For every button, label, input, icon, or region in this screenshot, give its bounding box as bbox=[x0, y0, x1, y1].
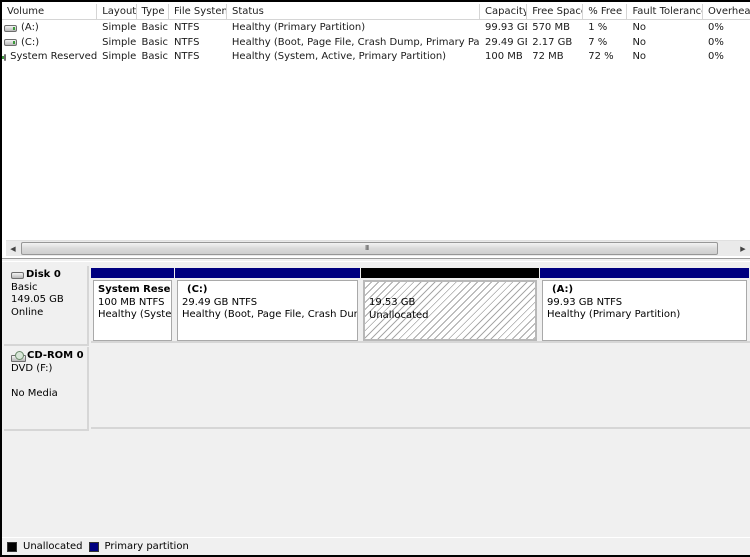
column-header-volume[interactable]: Volume bbox=[2, 4, 98, 20]
partition-status: Unallocated bbox=[369, 309, 429, 321]
partition-system-reserved[interactable]: System Reserv 100 MB NTFS Healthy (Syste… bbox=[91, 268, 174, 343]
disk-type: Basic bbox=[11, 281, 38, 293]
volume-percent-free: 1 % bbox=[588, 22, 608, 33]
column-header-capacity[interactable]: Capacity bbox=[480, 4, 528, 20]
unallocated-swatch-icon bbox=[7, 541, 17, 552]
volume-list-header: Volume Layout Type File System Status Ca… bbox=[2, 4, 750, 20]
volume-overhead: 0% bbox=[708, 22, 724, 33]
legend: Unallocated Primary partition bbox=[2, 537, 750, 555]
primary-partition-bar bbox=[175, 268, 360, 278]
volume-name: (C:) bbox=[21, 36, 40, 48]
disk-label[interactable]: CD-ROM 0 DVD (F:) No Media bbox=[4, 347, 89, 431]
partition-name: (C:) bbox=[187, 284, 208, 295]
disk-row-cdrom-0: CD-ROM 0 DVD (F:) No Media bbox=[2, 347, 750, 431]
partition-status: Healthy (System bbox=[98, 309, 172, 320]
drive-icon bbox=[4, 24, 17, 32]
primary-partition-bar bbox=[91, 268, 174, 278]
legend-item-unallocated: Unallocated bbox=[7, 541, 83, 552]
partition-size: 19.53 GB bbox=[369, 297, 416, 308]
volume-file-system: NTFS bbox=[173, 51, 200, 62]
column-header-fault-tolerance[interactable]: Fault Tolerance bbox=[627, 4, 704, 20]
disk-size bbox=[11, 375, 87, 388]
volume-name: (A:) bbox=[21, 22, 39, 34]
volume-row-c[interactable]: (C:) Simple Basic NTFS Healthy (Boot, Pa… bbox=[2, 36, 750, 51]
volume-row-a[interactable]: (A:) Simple Basic NTFS Healthy (Primary … bbox=[2, 21, 750, 36]
partition-size: 100 MB NTFS bbox=[98, 296, 165, 308]
volume-layout: Simple bbox=[102, 36, 137, 48]
column-header-overhead[interactable]: Overhead bbox=[703, 4, 750, 20]
volume-name: System Reserved bbox=[10, 51, 98, 63]
disk-name: Disk 0 bbox=[26, 269, 61, 280]
column-header-percent-free[interactable]: % Free bbox=[583, 4, 628, 20]
volume-type: Basic bbox=[141, 22, 168, 33]
partition-name bbox=[369, 285, 535, 297]
cdrom-media-area[interactable] bbox=[91, 347, 750, 429]
partition-unallocated[interactable]: 19.53 GB Unallocated bbox=[361, 268, 539, 343]
column-header-free-space[interactable]: Free Space bbox=[527, 4, 584, 20]
disk-status: Online bbox=[11, 306, 44, 318]
volume-row-system-reserved[interactable]: System Reserved Simple Basic NTFS Health… bbox=[2, 50, 750, 65]
volume-status: Healthy (System, Active, Primary Partiti… bbox=[231, 51, 447, 62]
column-header-layout[interactable]: Layout bbox=[97, 4, 137, 20]
disk-label[interactable]: Disk 0 Basic 149.05 GB Online bbox=[4, 266, 89, 346]
legend-label: Unallocated bbox=[23, 541, 83, 552]
volume-capacity: 29.49 GB bbox=[485, 36, 528, 48]
volume-file-system: NTFS bbox=[173, 36, 200, 48]
legend-label: Primary partition bbox=[104, 541, 189, 552]
legend-item-primary-partition: Primary partition bbox=[88, 541, 189, 552]
disk-status: No Media bbox=[11, 387, 58, 399]
primary-partition-swatch-icon bbox=[88, 541, 99, 552]
volume-layout: Simple bbox=[102, 22, 137, 33]
pane-splitter[interactable] bbox=[2, 258, 750, 262]
partition-size: 99.93 GB NTFS bbox=[547, 296, 623, 308]
disk-map: Disk 0 Basic 149.05 GB Online System Res… bbox=[2, 263, 750, 535]
grip-icon: III bbox=[365, 244, 369, 252]
scroll-left-arrow-icon[interactable]: ◀ bbox=[6, 241, 20, 257]
column-header-type[interactable]: Type bbox=[137, 4, 170, 20]
volume-type: Basic bbox=[141, 51, 168, 62]
volume-overhead: 0% bbox=[708, 51, 724, 62]
volume-free-space: 570 MB bbox=[532, 22, 570, 33]
partition-size: 29.49 GB NTFS bbox=[182, 296, 258, 308]
column-header-file-system[interactable]: File System bbox=[169, 4, 227, 20]
partition-c[interactable]: (C:) 29.49 GB NTFS Healthy (Boot, Page F… bbox=[175, 268, 360, 343]
volume-percent-free: 7 % bbox=[588, 36, 608, 48]
volume-free-space: 2.17 GB bbox=[532, 36, 573, 48]
unallocated-bar bbox=[361, 268, 539, 278]
partition-name: (A:) bbox=[552, 284, 574, 295]
drive-icon bbox=[2, 53, 7, 61]
hard-disk-icon bbox=[11, 271, 24, 279]
disk-type: DVD (F:) bbox=[11, 362, 53, 374]
drive-icon bbox=[4, 39, 17, 47]
volume-capacity: 100 MB bbox=[485, 51, 523, 62]
volume-type: Basic bbox=[141, 36, 168, 48]
volume-status: Healthy (Primary Partition) bbox=[231, 22, 366, 33]
volume-capacity: 99.93 GB bbox=[485, 22, 528, 33]
scroll-right-arrow-icon[interactable]: ▶ bbox=[736, 241, 750, 257]
volume-layout: Simple bbox=[102, 51, 137, 62]
primary-partition-bar bbox=[540, 268, 749, 278]
column-header-status[interactable]: Status bbox=[227, 4, 481, 20]
partition-a[interactable]: (A:) 99.93 GB NTFS Healthy (Primary Part… bbox=[540, 268, 749, 343]
disk-name: CD-ROM 0 bbox=[27, 350, 84, 361]
volume-percent-free: 72 % bbox=[588, 51, 614, 62]
volume-list: Volume Layout Type File System Status Ca… bbox=[2, 2, 750, 258]
horizontal-scrollbar[interactable]: ◀ III ▶ bbox=[6, 240, 750, 256]
volume-status: Healthy (Boot, Page File, Crash Dump, Pr… bbox=[231, 36, 480, 48]
volume-fault-tolerance: No bbox=[632, 51, 647, 62]
partition-status: Healthy (Primary Partition) bbox=[547, 309, 681, 320]
volume-free-space: 72 MB bbox=[532, 51, 564, 62]
partition-status: Healthy (Boot, Page File, Crash Dump, I bbox=[182, 309, 357, 320]
scrollbar-thumb[interactable]: III bbox=[21, 242, 718, 255]
volume-file-system: NTFS bbox=[173, 22, 200, 33]
partition-name: System Reserv bbox=[98, 284, 171, 295]
disk-row-disk-0: Disk 0 Basic 149.05 GB Online System Res… bbox=[2, 266, 750, 346]
volume-overhead: 0% bbox=[708, 36, 724, 48]
volume-fault-tolerance: No bbox=[632, 36, 647, 48]
disk-management-window: Volume Layout Type File System Status Ca… bbox=[2, 2, 750, 555]
volume-fault-tolerance: No bbox=[632, 22, 647, 33]
disk-size: 149.05 GB bbox=[11, 294, 64, 305]
cd-rom-icon bbox=[11, 350, 26, 362]
